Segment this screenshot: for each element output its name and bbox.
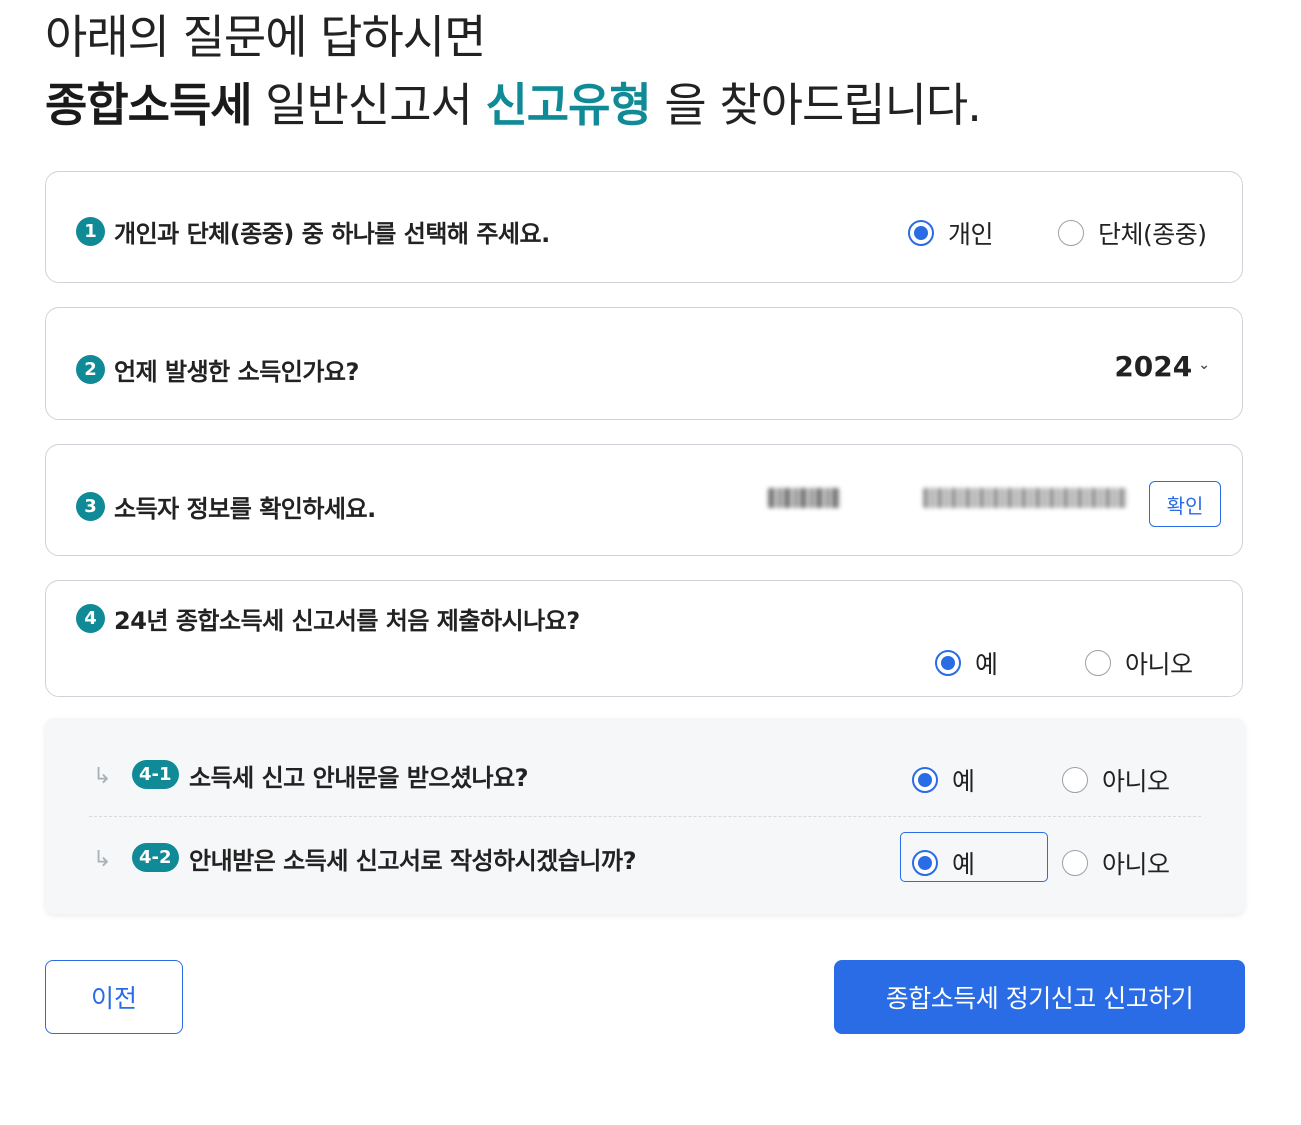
radio-selected-icon <box>912 767 938 793</box>
return-arrow-icon: ↳ <box>93 764 112 789</box>
previous-button[interactable]: 이전 <box>45 960 183 1034</box>
question-1-text: 개인과 단체(종중) 중 하나를 선택해 주세요. <box>114 220 550 248</box>
submit-filing-button[interactable]: 종합소득세 정기신고 신고하기 <box>834 960 1245 1034</box>
chevron-down-icon: ⌄ <box>1198 356 1210 373</box>
radio-label-group: 단체(종중) <box>1098 220 1207 249</box>
radio-label-individual: 개인 <box>948 220 994 249</box>
question-number-badge: 1 <box>76 217 105 246</box>
radio-q4-2-no[interactable]: 아니오 <box>1062 845 1170 881</box>
question-4-2-row: ↳ 4-2 안내받은 소득세 신고서로 작성하시겠습니까? 예 아니오 <box>45 827 1245 887</box>
radio-label-no: 아니오 <box>1102 767 1170 796</box>
title-line-1: 아래의 질문에 답하시면 <box>45 10 486 64</box>
question-2-text: 언제 발생한 소득인가요? <box>114 358 359 386</box>
question-4-2-text: 안내받은 소득세 신고서로 작성하시겠습니까? <box>189 847 637 875</box>
radio-selected-icon <box>912 850 938 876</box>
title-mid-text: 일반신고서 <box>251 78 486 132</box>
radio-label-yes: 예 <box>952 850 975 879</box>
title-accent: 신고유형 <box>485 78 651 132</box>
radio-label-yes: 예 <box>975 650 998 679</box>
year-select[interactable]: 2024 ⌄ <box>1114 350 1210 383</box>
title-end-text: 을 찾아드립니다. <box>650 78 982 132</box>
title-line-2: 종합소득세 일반신고서 신고유형 을 찾아드립니다. <box>45 74 1245 136</box>
return-arrow-icon: ↳ <box>93 847 112 872</box>
radio-q4-1-no[interactable]: 아니오 <box>1062 762 1170 798</box>
question-3-row: 3 소득자 정보를 확인하세요. <box>76 489 376 524</box>
radio-unselected-icon <box>1058 220 1084 246</box>
radio-label-no: 아니오 <box>1125 650 1193 679</box>
question-2-row: 2 언제 발생한 소득인가요? <box>76 352 359 387</box>
radio-selected-icon <box>935 650 961 676</box>
radio-group-clan[interactable]: 단체(종중) <box>1058 215 1207 251</box>
sub-question-badge: 4-1 <box>132 760 179 789</box>
question-number-badge: 4 <box>76 604 105 633</box>
question-4-text: 24년 종합소득세 신고서를 처음 제출하시나요? <box>114 607 580 635</box>
masked-resident-number <box>923 488 1127 508</box>
radio-q4-2-yes[interactable]: 예 <box>912 845 975 881</box>
question-1-row: 1 개인과 단체(종중) 중 하나를 선택해 주세요. <box>76 214 550 249</box>
sub-question-panel: ↳ 4-1 소득세 신고 안내문을 받으셨나요? 예 아니오 ↳ 4-2 안내받… <box>45 718 1245 914</box>
question-number-badge: 2 <box>76 355 105 384</box>
question-4-card: 4 24년 종합소득세 신고서를 처음 제출하시나요? 예 아니오 <box>45 580 1243 697</box>
question-4-1-text: 소득세 신고 안내문을 받으셨나요? <box>189 764 529 792</box>
radio-selected-icon <box>908 220 934 246</box>
question-1-card: 1 개인과 단체(종중) 중 하나를 선택해 주세요. 개인 단체(종중) <box>45 171 1243 283</box>
masked-name <box>768 488 840 508</box>
page-title: 아래의 질문에 답하시면 종합소득세 일반신고서 신고유형 을 찾아드립니다. <box>45 6 1245 136</box>
radio-q4-yes[interactable]: 예 <box>935 645 998 681</box>
radio-label-no: 아니오 <box>1102 850 1170 879</box>
sub-question-badge: 4-2 <box>132 843 179 872</box>
divider <box>89 816 1201 817</box>
question-3-text: 소득자 정보를 확인하세요. <box>114 495 376 523</box>
question-4-1-row: ↳ 4-1 소득세 신고 안내문을 받으셨나요? 예 아니오 <box>45 744 1245 804</box>
question-number-badge: 3 <box>76 492 105 521</box>
radio-unselected-icon <box>1062 850 1088 876</box>
title-tax-name: 종합소득세 <box>45 78 253 132</box>
radio-unselected-icon <box>1085 650 1111 676</box>
question-3-card: 3 소득자 정보를 확인하세요. 확인 <box>45 444 1243 556</box>
question-4-row: 4 24년 종합소득세 신고서를 처음 제출하시나요? <box>76 601 580 636</box>
confirm-button[interactable]: 확인 <box>1149 481 1221 527</box>
radio-label-yes: 예 <box>952 767 975 796</box>
question-2-card: 2 언제 발생한 소득인가요? 2024 ⌄ <box>45 307 1243 420</box>
radio-q4-1-yes[interactable]: 예 <box>912 762 975 798</box>
radio-unselected-icon <box>1062 767 1088 793</box>
radio-q4-no[interactable]: 아니오 <box>1085 645 1193 681</box>
radio-individual[interactable]: 개인 <box>908 215 994 251</box>
year-value: 2024 <box>1114 350 1193 383</box>
